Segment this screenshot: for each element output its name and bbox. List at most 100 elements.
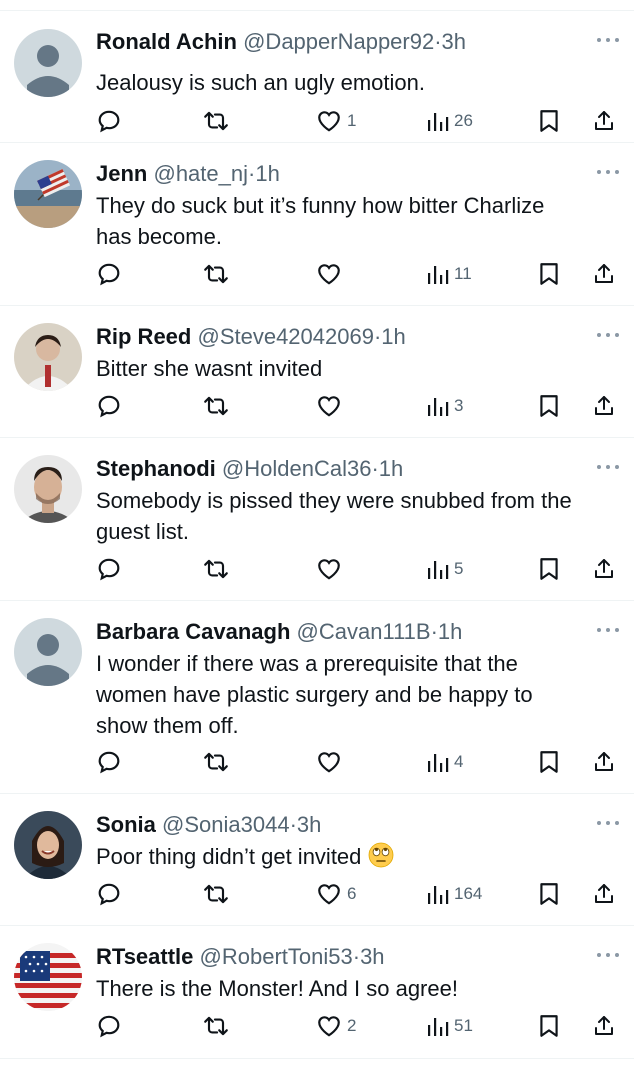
action-bar: 6 164 bbox=[96, 879, 634, 909]
repost-button[interactable] bbox=[202, 259, 230, 289]
author-name[interactable]: Jenn bbox=[96, 161, 147, 186]
share-button[interactable] bbox=[592, 747, 616, 777]
repost-icon bbox=[204, 111, 228, 131]
timestamp[interactable]: 3h bbox=[360, 944, 384, 969]
views-button[interactable]: 26 bbox=[427, 106, 473, 136]
timestamp[interactable]: 1h bbox=[255, 161, 279, 186]
avatar[interactable] bbox=[14, 618, 82, 686]
repost-button[interactable] bbox=[202, 106, 230, 136]
views-button[interactable]: 3 bbox=[427, 391, 463, 421]
author-name[interactable]: Sonia bbox=[96, 812, 156, 837]
views-button[interactable]: 164 bbox=[427, 879, 482, 909]
share-button[interactable] bbox=[592, 554, 616, 584]
repost-button[interactable] bbox=[202, 391, 230, 421]
author-handle[interactable]: @hate_nj bbox=[153, 161, 248, 186]
timestamp[interactable]: 3h bbox=[442, 29, 466, 54]
tweet[interactable]: Ronald Achin @DapperNapper92·3h Jealousy… bbox=[0, 11, 634, 143]
repost-button[interactable] bbox=[202, 747, 230, 777]
more-icon[interactable] bbox=[596, 625, 620, 635]
reply-button[interactable] bbox=[96, 1011, 122, 1041]
more-icon[interactable] bbox=[596, 462, 620, 472]
avatar[interactable] bbox=[14, 160, 82, 228]
author-handle[interactable]: @Sonia3044 bbox=[162, 812, 290, 837]
repost-button[interactable] bbox=[202, 554, 230, 584]
views-button[interactable]: 11 bbox=[427, 259, 472, 289]
reply-button[interactable] bbox=[96, 554, 122, 584]
tweet-text: They do suck but it’s funny how bitter C… bbox=[96, 190, 616, 252]
bookmark-button[interactable] bbox=[538, 106, 560, 136]
separator-dot: · bbox=[430, 619, 438, 644]
bookmark-button[interactable] bbox=[538, 391, 560, 421]
views-button[interactable]: 4 bbox=[427, 747, 463, 777]
share-button[interactable] bbox=[592, 259, 616, 289]
share-button[interactable] bbox=[592, 106, 616, 136]
avatar[interactable] bbox=[14, 29, 82, 97]
tweet[interactable]: Rip Reed @Steve42042069·1h Bitter she wa… bbox=[0, 306, 634, 438]
avatar[interactable] bbox=[14, 455, 82, 523]
timestamp[interactable]: 1h bbox=[379, 456, 403, 481]
views-button[interactable]: 5 bbox=[427, 554, 463, 584]
tweet[interactable]: RTseattle @RobertToni53·3h There is the … bbox=[0, 926, 634, 1059]
like-button[interactable] bbox=[316, 391, 347, 421]
repost-button[interactable] bbox=[202, 879, 230, 909]
tweet[interactable]: Jenn @hate_nj·1h They do suck but it’s f… bbox=[0, 143, 634, 306]
more-icon[interactable] bbox=[596, 167, 620, 177]
repost-button[interactable] bbox=[202, 1011, 230, 1041]
like-button[interactable]: 2 bbox=[316, 1011, 356, 1041]
tweet[interactable]: Barbara Cavanagh @Cavan111B·1h I wonder … bbox=[0, 601, 634, 794]
heart-icon bbox=[318, 396, 340, 417]
bookmark-button[interactable] bbox=[538, 554, 560, 584]
reply-button[interactable] bbox=[96, 747, 122, 777]
bookmark-icon bbox=[540, 751, 558, 773]
like-button[interactable] bbox=[316, 259, 347, 289]
separator-dot: · bbox=[371, 456, 379, 481]
reply-button[interactable] bbox=[96, 391, 122, 421]
avatar[interactable] bbox=[14, 323, 82, 391]
more-icon[interactable] bbox=[596, 330, 620, 340]
tweet-text-line: has become. bbox=[96, 224, 222, 249]
author-handle[interactable]: @RobertToni53 bbox=[200, 944, 353, 969]
share-icon bbox=[595, 111, 613, 130]
like-button[interactable]: 1 bbox=[316, 106, 356, 136]
author-handle[interactable]: @HoldenCal36 bbox=[222, 456, 372, 481]
like-button[interactable] bbox=[316, 554, 347, 584]
more-icon[interactable] bbox=[596, 950, 620, 960]
bookmark-button[interactable] bbox=[538, 879, 560, 909]
author-handle[interactable]: @Steve42042069 bbox=[197, 324, 373, 349]
share-button[interactable] bbox=[592, 391, 616, 421]
like-button[interactable] bbox=[316, 747, 347, 777]
reply-button[interactable] bbox=[96, 259, 122, 289]
tweet[interactable]: Sonia @Sonia3044·3h Poor thing didn’t ge… bbox=[0, 794, 634, 926]
bookmark-button[interactable] bbox=[538, 747, 560, 777]
reply-button[interactable] bbox=[96, 106, 122, 136]
tweet-header: Jenn @hate_nj·1h bbox=[96, 159, 590, 189]
reply-feed: Ronald Achin @DapperNapper92·3h Jealousy… bbox=[0, 0, 634, 1059]
tweet-text-line: Somebody is pissed they were snubbed fro… bbox=[96, 488, 572, 513]
reply-button[interactable] bbox=[96, 879, 122, 909]
author-name[interactable]: Barbara Cavanagh bbox=[96, 619, 290, 644]
author-name[interactable]: RTseattle bbox=[96, 944, 193, 969]
share-button[interactable] bbox=[592, 879, 616, 909]
views-button[interactable]: 51 bbox=[427, 1011, 473, 1041]
author-name[interactable]: Rip Reed bbox=[96, 324, 191, 349]
timestamp[interactable]: 1h bbox=[438, 619, 462, 644]
bookmark-button[interactable] bbox=[538, 1011, 560, 1041]
author-name[interactable]: Ronald Achin bbox=[96, 29, 237, 54]
like-button[interactable]: 6 bbox=[316, 879, 356, 909]
author-handle[interactable]: @Cavan111B bbox=[297, 619, 431, 644]
timestamp[interactable]: 1h bbox=[381, 324, 405, 349]
tweet-header: Stephanodi @HoldenCal36·1h bbox=[96, 454, 590, 484]
share-button[interactable] bbox=[592, 1011, 616, 1041]
more-icon[interactable] bbox=[596, 35, 620, 45]
more-icon[interactable] bbox=[596, 818, 620, 828]
author-name[interactable]: Stephanodi bbox=[96, 456, 216, 481]
tweet[interactable]: Stephanodi @HoldenCal36·1h Somebody is p… bbox=[0, 438, 634, 601]
timestamp[interactable]: 3h bbox=[297, 812, 321, 837]
avatar[interactable] bbox=[14, 943, 82, 1011]
avatar[interactable] bbox=[14, 811, 82, 879]
author-handle[interactable]: @DapperNapper92 bbox=[243, 29, 434, 54]
reply-icon bbox=[98, 883, 120, 906]
reply-icon bbox=[98, 751, 120, 774]
view-count: 11 bbox=[454, 264, 472, 283]
bookmark-button[interactable] bbox=[538, 259, 560, 289]
